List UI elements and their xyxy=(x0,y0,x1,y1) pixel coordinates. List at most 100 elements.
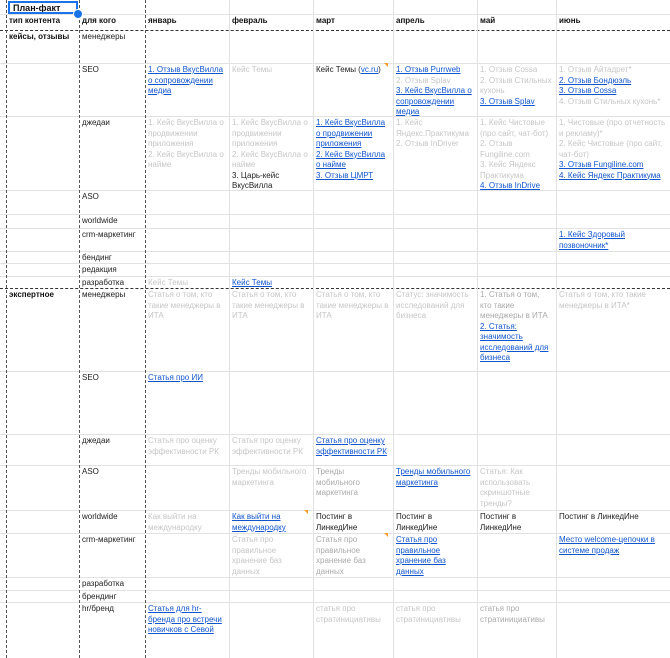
plan-cell-jun[interactable] xyxy=(556,434,670,465)
plan-cell-apr[interactable] xyxy=(393,434,477,465)
audience-label[interactable]: джедаи xyxy=(79,116,145,190)
plan-cell-jan[interactable]: 1. Отзыв ВкусВилла о сопровождении медиа xyxy=(145,63,229,116)
plan-cell-mar[interactable] xyxy=(313,263,393,276)
content-link[interactable]: 1. Отзыв Purrweb xyxy=(396,65,460,74)
column-header-1[interactable]: для кого xyxy=(79,14,145,30)
plan-cell-jun[interactable] xyxy=(556,590,670,602)
section-cases[interactable]: кейсы, отзывы xyxy=(6,30,79,63)
plan-cell-mar[interactable]: Статья про оценку эффективности РК xyxy=(313,434,393,465)
plan-cell-apr[interactable] xyxy=(393,190,477,214)
plan-cell-may[interactable]: 1. Отзыв Cossa 2. Отзыв Стильных кухонь 3.… xyxy=(477,63,556,116)
plan-cell-feb[interactable] xyxy=(229,590,313,602)
column-header-7[interactable]: июнь xyxy=(556,14,670,30)
plan-cell-apr[interactable]: Постинг в ЛинкедИне xyxy=(393,510,477,533)
plan-cell-may[interactable] xyxy=(477,190,556,214)
content-link[interactable]: 2. Отзыв Бондюэль xyxy=(559,76,631,85)
column-header-0[interactable]: тип контента xyxy=(6,14,79,30)
audience-label[interactable]: SEO xyxy=(79,371,145,434)
plan-cell-feb[interactable] xyxy=(229,577,313,590)
plan-cell-jan[interactable] xyxy=(145,590,229,602)
plan-cell-mar[interactable] xyxy=(313,590,393,602)
plan-cell-apr[interactable] xyxy=(393,276,477,288)
column-header-6[interactable]: май xyxy=(477,14,556,30)
audience-label[interactable]: разработка xyxy=(79,577,145,590)
plan-cell-jan[interactable]: Статья про оценку эффективности РК xyxy=(145,434,229,465)
plan-cell-mar[interactable]: Тренды мобильного маркетинга xyxy=(313,465,393,510)
plan-cell-jun[interactable] xyxy=(556,602,670,658)
plan-cell-may[interactable]: статья про стратинициативы xyxy=(477,602,556,658)
plan-cell-may[interactable]: 1. Кейс Чистовые (про сайт, чат-бот) 2. О… xyxy=(477,116,556,190)
plan-cell-may[interactable]: Статья: Как использовать скриншотные тре… xyxy=(477,465,556,510)
plan-cell-mar[interactable]: 1. Кейс ВкусВилла о продвижении приложен… xyxy=(313,116,393,190)
plan-cell-jan[interactable] xyxy=(145,30,229,63)
audience-label[interactable]: редакция xyxy=(79,263,145,276)
plan-cell-mar[interactable] xyxy=(313,276,393,288)
content-link[interactable]: vc.ru xyxy=(361,65,378,74)
plan-cell-apr[interactable]: Статья про правильное хранение баз данны… xyxy=(393,533,477,577)
column-header-4[interactable]: март xyxy=(313,14,393,30)
plan-cell-jun[interactable]: 1. Отзыв Айтадрет* 2. Отзыв Бондюэль 3. От… xyxy=(556,63,670,116)
plan-cell-jun[interactable] xyxy=(556,276,670,288)
plan-cell-may[interactable] xyxy=(477,228,556,251)
content-link[interactable]: Статья для hr-бренда про встречи новичко… xyxy=(148,604,222,634)
plan-cell-feb[interactable]: Статья про правильное хранение баз данны… xyxy=(229,533,313,577)
audience-label[interactable]: hr/бренд xyxy=(79,602,145,658)
plan-cell-jun[interactable] xyxy=(556,214,670,228)
plan-cell-jan[interactable]: 1. Кейс ВкусВилла о продвижении приложен… xyxy=(145,116,229,190)
plan-cell-mar[interactable] xyxy=(313,577,393,590)
plan-cell-feb[interactable]: Как выйти на международку xyxy=(229,510,313,533)
section-expert[interactable]: экспертное xyxy=(6,288,79,371)
plan-cell-may[interactable] xyxy=(477,30,556,63)
audience-label[interactable]: менеджеры xyxy=(79,30,145,63)
content-link[interactable]: 3. Отзыв Fungiline.com xyxy=(559,160,643,169)
plan-cell-apr[interactable] xyxy=(393,263,477,276)
plan-cell-may[interactable]: 1. Статья о том, кто такие менеджеры в И… xyxy=(477,288,556,371)
plan-cell-mar[interactable]: Постинг в ЛинкедИне xyxy=(313,510,393,533)
audience-label[interactable]: брендинг xyxy=(79,590,145,602)
plan-cell-jun[interactable]: Постинг в ЛинкедИне xyxy=(556,510,670,533)
plan-cell-apr[interactable]: Статус: значимость исследований для бизн… xyxy=(393,288,477,371)
plan-cell-apr[interactable]: 1. Отзыв Purrweb 2. Отзыв Splav 3. Кейс Вк… xyxy=(393,63,477,116)
column-header-5[interactable]: апрель xyxy=(393,14,477,30)
plan-cell-may[interactable] xyxy=(477,276,556,288)
content-link[interactable]: Статья про ИИ xyxy=(148,373,203,382)
plan-cell-may[interactable] xyxy=(477,434,556,465)
plan-cell-apr[interactable] xyxy=(393,577,477,590)
content-link[interactable]: 4. Отзыв InDrive xyxy=(480,181,540,190)
plan-cell-feb[interactable]: Кейс Темы xyxy=(229,276,313,288)
plan-cell-jan[interactable]: Кейс Темы xyxy=(145,276,229,288)
plan-cell-jan[interactable]: Статья для hr-бренда про встречи новичко… xyxy=(145,602,229,658)
plan-cell-may[interactable] xyxy=(477,251,556,263)
plan-cell-jan[interactable] xyxy=(145,577,229,590)
plan-cell-feb[interactable]: Кейс Темы xyxy=(229,63,313,116)
plan-cell-jan[interactable] xyxy=(145,228,229,251)
plan-cell-may[interactable] xyxy=(477,577,556,590)
plan-cell-jan[interactable] xyxy=(145,263,229,276)
plan-cell-mar[interactable] xyxy=(313,214,393,228)
plan-cell-jan[interactable]: Как выйти на международку xyxy=(145,510,229,533)
plan-cell-apr[interactable] xyxy=(393,30,477,63)
audience-label[interactable]: crm-маркетинг xyxy=(79,533,145,577)
content-link[interactable]: 2. Кейс ВкусВилла о найме xyxy=(316,150,385,170)
plan-cell-jun[interactable]: 1. Чистовые (про отчетность и рекламу)* 2… xyxy=(556,116,670,190)
column-header-2[interactable]: январь xyxy=(145,14,229,30)
plan-cell-jan[interactable] xyxy=(145,533,229,577)
plan-cell-jun[interactable] xyxy=(556,190,670,214)
plan-cell-apr[interactable] xyxy=(393,228,477,251)
plan-cell-feb[interactable] xyxy=(229,214,313,228)
plan-cell-feb[interactable]: 1. Кейс ВкусВилла о продвижении приложен… xyxy=(229,116,313,190)
plan-cell-feb[interactable] xyxy=(229,30,313,63)
plan-cell-jun[interactable] xyxy=(556,465,670,510)
content-link[interactable]: 1. Кейс Здоровый позвоночник* xyxy=(559,230,625,250)
plan-cell-jun[interactable] xyxy=(556,30,670,63)
content-link[interactable]: Тренды мобильного маркетинга xyxy=(396,467,470,487)
content-link[interactable]: 2. Статья: значимость исследований для б… xyxy=(480,322,548,363)
audience-label[interactable]: crm-маркетинг xyxy=(79,228,145,251)
plan-cell-feb[interactable] xyxy=(229,228,313,251)
plan-cell-jun[interactable] xyxy=(556,371,670,434)
plan-cell-jan[interactable] xyxy=(145,465,229,510)
plan-cell-mar[interactable]: Статья о том, кто такие менеджеры в ИТА xyxy=(313,288,393,371)
audience-label[interactable]: worldwide xyxy=(79,510,145,533)
plan-cell-jan[interactable] xyxy=(145,190,229,214)
plan-cell-feb[interactable]: Статья про оценку эффективности РК xyxy=(229,434,313,465)
